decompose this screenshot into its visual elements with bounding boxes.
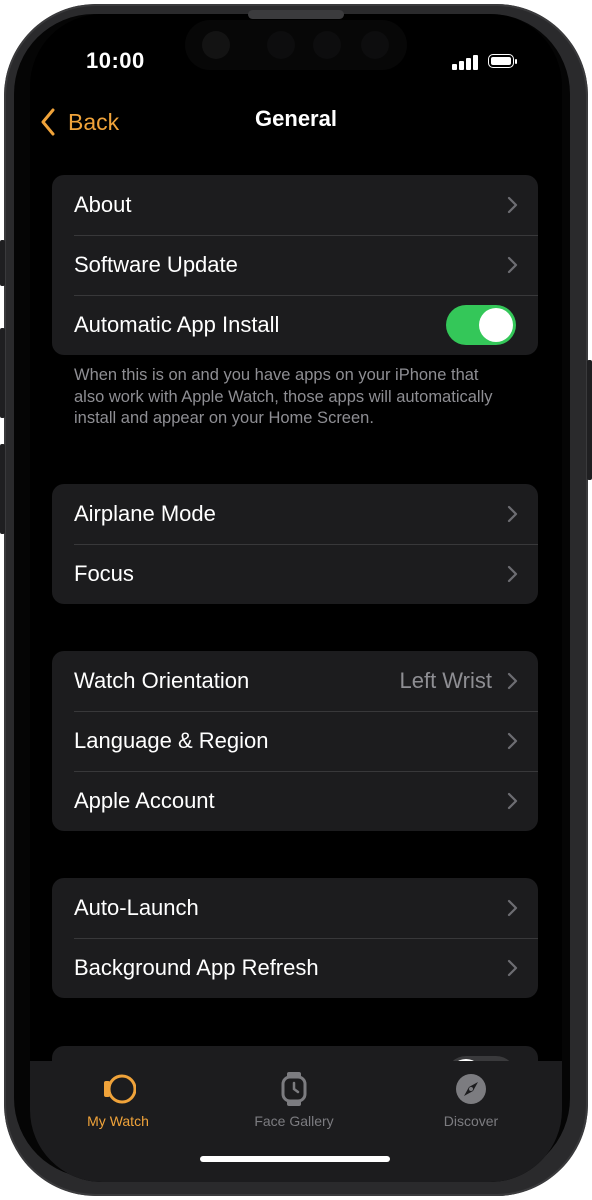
sensor-dot: [267, 31, 295, 59]
chevron-right-icon: [507, 565, 518, 583]
power-button: [587, 360, 592, 480]
sensor-dot: [361, 31, 389, 59]
row-label: Auto-Launch: [74, 895, 199, 920]
sensor-dot: [313, 31, 341, 59]
volume-up-button: [0, 328, 5, 418]
volume-down-button: [0, 444, 5, 534]
tab-label: My Watch: [87, 1113, 149, 1129]
row-airplane-mode[interactable]: Airplane Mode: [52, 484, 538, 544]
tab-label: Face Gallery: [254, 1113, 334, 1129]
row-background-app-refresh[interactable]: Background App Refresh: [52, 938, 538, 998]
row-focus[interactable]: Focus: [52, 544, 538, 604]
row-label: Airplane Mode: [74, 501, 216, 526]
chevron-right-icon: [507, 959, 518, 977]
chevron-right-icon: [507, 672, 518, 690]
chevron-right-icon: [507, 899, 518, 917]
row-language-region[interactable]: Language & Region: [52, 711, 538, 771]
tab-bar: My Watch Face Gallery Discover: [30, 1061, 562, 1182]
page-title: General: [255, 106, 337, 131]
tab-discover[interactable]: Discover: [391, 1069, 551, 1129]
row-label: Watch Orientation: [74, 668, 250, 693]
settings-group-general: About Software Update Automatic App Inst…: [52, 175, 538, 355]
row-label: Language & Region: [74, 728, 269, 753]
tab-face-gallery[interactable]: Face Gallery: [214, 1069, 374, 1129]
chevron-right-icon: [507, 256, 518, 274]
chevron-right-icon: [507, 196, 518, 214]
face-gallery-icon: [281, 1072, 307, 1106]
row-label: Focus: [74, 561, 134, 586]
row-label: Background App Refresh: [74, 955, 319, 980]
row-auto-launch[interactable]: Auto-Launch: [52, 878, 538, 938]
row-label: About: [74, 192, 132, 217]
camera-dot: [202, 31, 230, 59]
chevron-right-icon: [507, 505, 518, 523]
row-software-update[interactable]: Software Update: [52, 235, 538, 295]
battery-icon: [488, 54, 518, 70]
status-time: 10:00: [86, 48, 145, 73]
row-label: Apple Account: [74, 788, 215, 813]
row-apple-account[interactable]: Apple Account: [52, 771, 538, 831]
row-automatic-app-install: Automatic App Install: [52, 295, 538, 355]
tab-label: Discover: [443, 1113, 499, 1129]
automatic-app-install-footnote: When this is on and you have apps on you…: [74, 366, 493, 427]
automatic-app-install-toggle[interactable]: [446, 305, 516, 345]
toggle-knob: [479, 308, 513, 342]
watch-orientation-value: Left Wrist: [399, 668, 492, 693]
home-indicator[interactable]: [200, 1156, 390, 1162]
action-button: [0, 240, 5, 286]
row-watch-orientation[interactable]: Watch Orientation Left Wrist: [52, 651, 538, 711]
settings-group-apps: Auto-Launch Background App Refresh: [52, 878, 538, 998]
compass-icon: [456, 1074, 486, 1104]
cellular-signal-icon: [452, 54, 480, 70]
settings-group-modes: Airplane Mode Focus: [52, 484, 538, 604]
settings-group-preferences: Watch Orientation Left Wrist Language & …: [52, 651, 538, 831]
chevron-right-icon: [507, 792, 518, 810]
speaker-grille: [248, 10, 344, 19]
row-about[interactable]: About: [52, 175, 538, 235]
row-label: Software Update: [74, 252, 238, 277]
my-watch-icon: [104, 1074, 136, 1104]
tab-my-watch[interactable]: My Watch: [38, 1069, 198, 1129]
chevron-right-icon: [507, 732, 518, 750]
dynamic-island: [185, 20, 407, 70]
